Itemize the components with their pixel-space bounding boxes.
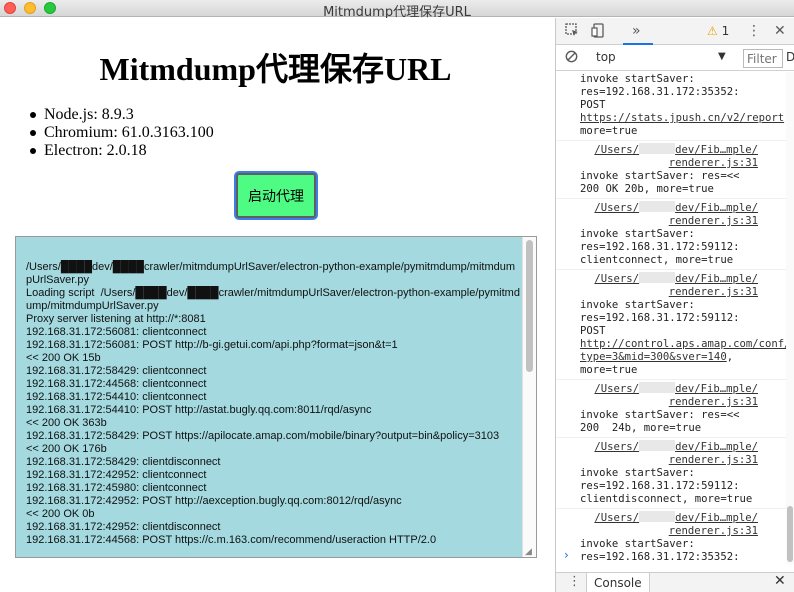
close-devtools-icon[interactable]: ✕: [774, 23, 786, 39]
start-proxy-button[interactable]: 启动代理: [236, 173, 316, 218]
console-scrollbar[interactable]: [786, 72, 794, 564]
log-scrollbar-thumb[interactable]: [526, 240, 533, 372]
close-drawer-icon[interactable]: ✕: [774, 573, 786, 589]
warning-badge[interactable]: ⚠ 1: [707, 23, 729, 39]
devtools-drawer: ⋮ Console ✕: [556, 572, 794, 592]
console-messages[interactable]: invoke startSaver: res=192.168.31.172:35…: [556, 71, 794, 563]
redacted-block: [639, 440, 676, 451]
source-path-end: dev/Fib…mple/ renderer.js:31: [668, 383, 758, 408]
console-message: /Users/dev/Fib…mple/ renderer.js:31 invok…: [556, 438, 794, 509]
clear-console-icon[interactable]: [565, 50, 578, 67]
console-message: /Users/dev/Fib…mple/ renderer.js:31 invok…: [556, 270, 794, 380]
source-path-end: dev/Fib…mple/ renderer.js:31: [668, 273, 758, 298]
window-titlebar: Mitmdump代理保存URL: [0, 0, 794, 20]
source-link[interactable]: /Users/dev/Fib…mple/ renderer.js:31: [580, 382, 790, 409]
log-line: 192.168.31.172:56081: clientconnect: [26, 326, 207, 338]
source-path-end: dev/Fib…mple/ renderer.js:31: [668, 441, 758, 466]
log-scrollbar[interactable]: [522, 237, 536, 557]
more-tabs-icon: »: [632, 23, 641, 39]
log-line: << 200 OK 363b: [26, 417, 107, 429]
redacted-block: [639, 272, 676, 283]
source-path-start: /Users/: [594, 202, 640, 214]
drawer-menu-icon[interactable]: ⋮: [568, 574, 581, 589]
device-toolbar-icon[interactable]: [591, 23, 606, 42]
console-message: /Users/dev/Fib…mple/ renderer.js:31 invok…: [556, 199, 794, 270]
source-path-end: dev/Fib…mple/ renderer.js:31: [668, 512, 758, 537]
tab-more-panels[interactable]: »: [623, 18, 653, 45]
log-line: 192.168.31.172:54410: clientconnect: [26, 391, 207, 403]
context-select[interactable]: top: [596, 50, 616, 64]
console-filter-input[interactable]: [743, 49, 783, 68]
message-url-link[interactable]: https://stats.jpush.cn/v2/report: [580, 112, 784, 124]
source-link[interactable]: /Users/dev/Fib…mple/ renderer.js:31: [580, 201, 790, 228]
redacted-block: [639, 511, 676, 522]
inspect-element-icon[interactable]: [565, 23, 580, 42]
log-line: << 200 OK 176b: [26, 443, 107, 455]
context-dropdown-icon[interactable]: ▼: [718, 51, 726, 62]
log-line: << 200 OK 0b: [26, 508, 95, 520]
source-path-start: /Users/: [594, 441, 640, 453]
console-message: invoke startSaver: res=192.168.31.172:35…: [556, 71, 794, 141]
kebab-menu-icon[interactable]: ⋮: [747, 23, 761, 39]
warning-count: 1: [721, 24, 730, 38]
message-url-link[interactable]: http://control.aps.amap.com/conf/r?type=…: [580, 338, 794, 363]
console-message: /Users/dev/Fib…mple/ renderer.js:31 invok…: [556, 509, 794, 563]
source-link[interactable]: /Users/dev/Fib…mple/ renderer.js:31: [580, 143, 790, 170]
devtools-toolbar: » ⚠ 1 ⋮ ✕: [556, 18, 794, 45]
console-prompt-icon[interactable]: ›: [564, 548, 569, 562]
redacted-block: [639, 382, 676, 393]
log-line: 192.168.31.172:45980: clientconnect: [26, 482, 207, 494]
log-line: 192.168.31.172:42952: clientdisconnect: [26, 521, 221, 533]
message-text: invoke startSaver: res=<< 200 24b, more=…: [580, 409, 740, 434]
source-link[interactable]: /Users/dev/Fib…mple/ renderer.js:31: [580, 272, 790, 299]
source-path-start: /Users/: [594, 273, 640, 285]
log-line: 192.168.31.172:58429: POST https://apilo…: [26, 430, 500, 442]
source-link[interactable]: /Users/dev/Fib…mple/ renderer.js:31: [580, 440, 790, 467]
log-line: 192.168.31.172:44568: POST https://c.m.1…: [26, 534, 437, 546]
version-chromium: Chromium: 61.0.3163.100: [30, 124, 214, 141]
console-message: /Users/dev/Fib…mple/ renderer.js:31 invok…: [556, 380, 794, 438]
version-node: Node.js: 8.9.3: [30, 106, 214, 124]
console-message: /Users/dev/Fib…mple/ renderer.js:31 invok…: [556, 141, 794, 199]
log-line: Loading script /Users/████dev/████crawle…: [26, 287, 520, 312]
log-line: /Users/████dev/████crawler/mitmdumpUrlSa…: [26, 261, 516, 286]
message-text: invoke startSaver: res=192.168.31.172:35…: [580, 538, 740, 563]
source-path-start: /Users/: [594, 383, 640, 395]
source-path-end: dev/Fib…mple/ renderer.js:31: [668, 144, 758, 169]
message-text: invoke startSaver: res=192.168.31.172:59…: [580, 228, 740, 266]
tab-console[interactable]: Console: [586, 573, 650, 592]
message-text: invoke startSaver: res=192.168.31.172:35…: [580, 73, 740, 111]
warning-icon: ⚠: [707, 24, 718, 38]
source-path-start: /Users/: [594, 512, 640, 524]
message-text: invoke startSaver: res=<< 200 OK 20b, mo…: [580, 170, 740, 195]
resize-grip-icon[interactable]: ◢: [525, 546, 535, 556]
log-line: 192.168.31.172:58429: clientconnect: [26, 365, 207, 377]
log-line: 192.168.31.172:58429: clientdisconnect: [26, 456, 221, 468]
log-line: 192.168.31.172:54410: POST http://astat.…: [26, 404, 372, 416]
version-electron: Electron: 2.0.18: [30, 142, 214, 160]
console-scrollbar-thumb[interactable]: [787, 506, 793, 562]
redacted-block: [639, 201, 676, 212]
redacted-block: [639, 143, 676, 154]
console-filter-bar: top ▼ D: [556, 46, 794, 71]
log-output-text: /Users/████dev/████crawler/mitmdumpUrlSa…: [26, 261, 520, 547]
log-line: << 200 OK 15b: [26, 352, 101, 364]
message-text: invoke startSaver: res=192.168.31.172:59…: [580, 467, 753, 505]
source-path-start: /Users/: [594, 144, 640, 156]
source-path-end: dev/Fib…mple/ renderer.js:31: [668, 202, 758, 227]
devtools-panel: » ⚠ 1 ⋮ ✕ top ▼ D invoke startSaver: res…: [556, 18, 794, 592]
log-line: 192.168.31.172:56081: POST http://b-gi.g…: [26, 339, 398, 351]
log-line: 192.168.31.172:42952: clientconnect: [26, 469, 207, 481]
log-output-textarea[interactable]: /Users/████dev/████crawler/mitmdumpUrlSa…: [15, 236, 537, 558]
log-line: 192.168.31.172:42952: POST http://aexcep…: [26, 495, 402, 507]
page-title: Mitmdump代理保存URL: [99, 51, 452, 87]
version-list: Node.js: 8.9.3 Chromium: 61.0.3163.100 E…: [30, 106, 214, 160]
source-link[interactable]: /Users/dev/Fib…mple/ renderer.js:31: [580, 511, 790, 538]
log-line: Proxy server listening at http://*:8081: [26, 313, 206, 325]
message-text: invoke startSaver: res=192.168.31.172:59…: [580, 299, 740, 337]
app-pane: Mitmdump代理保存URL Node.js: 8.9.3 Chromium:…: [0, 18, 555, 592]
filter-overflow-text: D: [786, 50, 794, 64]
log-line: 192.168.31.172:44568: clientconnect: [26, 378, 207, 390]
